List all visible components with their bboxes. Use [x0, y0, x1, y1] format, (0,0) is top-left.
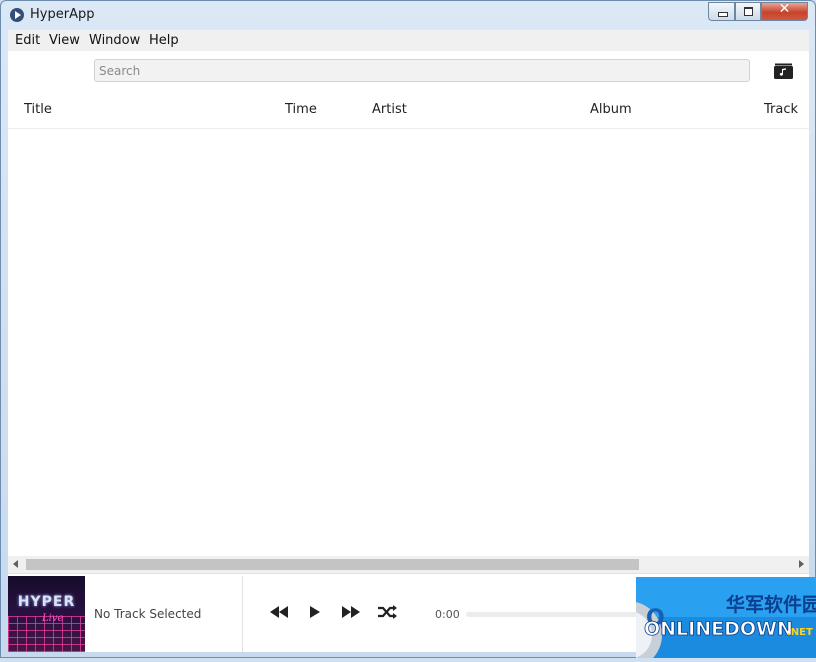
elapsed-time: 0:00 [435, 608, 460, 621]
app-window: HyperApp ✕ Edit View Window Help Title T… [0, 0, 816, 658]
seek-bar[interactable] [466, 612, 646, 617]
watermark-suffix: .NET [787, 627, 813, 638]
watermark-cn: 华军软件园 [726, 593, 816, 616]
title-bar[interactable]: HyperApp ✕ [1, 1, 815, 31]
header-divider [8, 128, 809, 129]
close-icon: ✕ [778, 1, 791, 17]
app-logo-icon [10, 8, 24, 22]
horizontal-scrollbar[interactable] [8, 556, 809, 573]
minimize-button[interactable] [708, 2, 735, 21]
album-art: HYPER Live [8, 576, 85, 652]
music-library-icon[interactable] [774, 63, 793, 79]
client-area: Edit View Window Help Title Time Artist … [8, 30, 809, 652]
menu-bar: Edit View Window Help [8, 30, 809, 51]
scrollbar-thumb[interactable] [26, 559, 639, 570]
menu-edit[interactable]: Edit [15, 33, 40, 48]
column-album[interactable]: Album [590, 102, 632, 117]
maximize-button[interactable] [735, 2, 761, 21]
scroll-left-icon[interactable] [13, 560, 18, 568]
column-time[interactable]: Time [285, 102, 317, 117]
rewind-icon[interactable] [268, 603, 290, 621]
window-title: HyperApp [30, 7, 95, 22]
watermark-logo: O 华军软件园 ONLINEDOWN .NET [594, 577, 816, 662]
player-divider [242, 576, 243, 652]
menu-window[interactable]: Window [89, 33, 140, 48]
album-art-script: Live [42, 613, 64, 624]
search-input[interactable] [94, 59, 750, 82]
column-track[interactable]: Track [764, 102, 798, 117]
now-playing-label: No Track Selected [94, 607, 202, 621]
menu-help[interactable]: Help [149, 33, 179, 48]
fast-forward-icon[interactable] [340, 603, 362, 621]
column-title[interactable]: Title [24, 102, 52, 117]
scroll-right-icon[interactable] [799, 560, 804, 568]
album-art-title: HYPER [17, 594, 76, 610]
watermark-wordmark: ONLINEDOWN [644, 618, 793, 640]
play-icon[interactable] [303, 603, 325, 621]
menu-view[interactable]: View [49, 33, 80, 48]
close-button[interactable]: ✕ [761, 1, 808, 21]
shuffle-icon[interactable] [376, 603, 398, 621]
column-artist[interactable]: Artist [372, 102, 407, 117]
watermark-badge: O 华军软件园 ONLINEDOWN .NET [594, 577, 816, 662]
